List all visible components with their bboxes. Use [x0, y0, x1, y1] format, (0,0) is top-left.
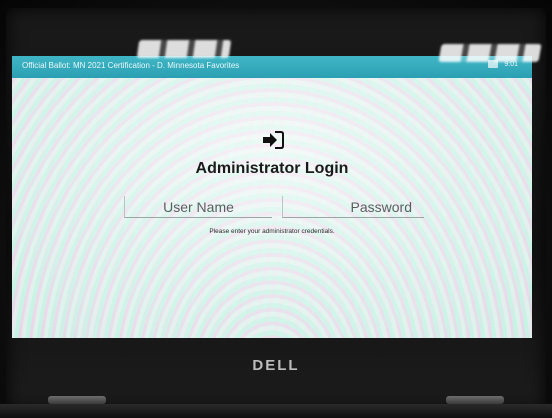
- photo-frame: Official Ballot: MN 2021 Certification -…: [0, 0, 552, 418]
- hinge-left: [48, 396, 106, 404]
- brand-logo: DELL: [252, 357, 300, 374]
- ceiling-light-reflection: [438, 44, 542, 62]
- sign-in-icon: [263, 131, 284, 149]
- password-input[interactable]: [282, 196, 424, 218]
- page-title: Administrator Login: [195, 160, 349, 177]
- ceiling-light-reflection: [136, 40, 232, 58]
- laptop-base: [0, 404, 552, 418]
- hinge-right: [446, 396, 504, 404]
- username-input[interactable]: [124, 196, 272, 218]
- login-panel: Administrator Login Please enter your ad…: [12, 78, 532, 338]
- laptop-screen: Official Ballot: MN 2021 Certification -…: [12, 56, 532, 338]
- credentials-hint: Please enter your administrator credenti…: [209, 228, 335, 235]
- app-title: Official Ballot: MN 2021 Certification -…: [22, 61, 240, 70]
